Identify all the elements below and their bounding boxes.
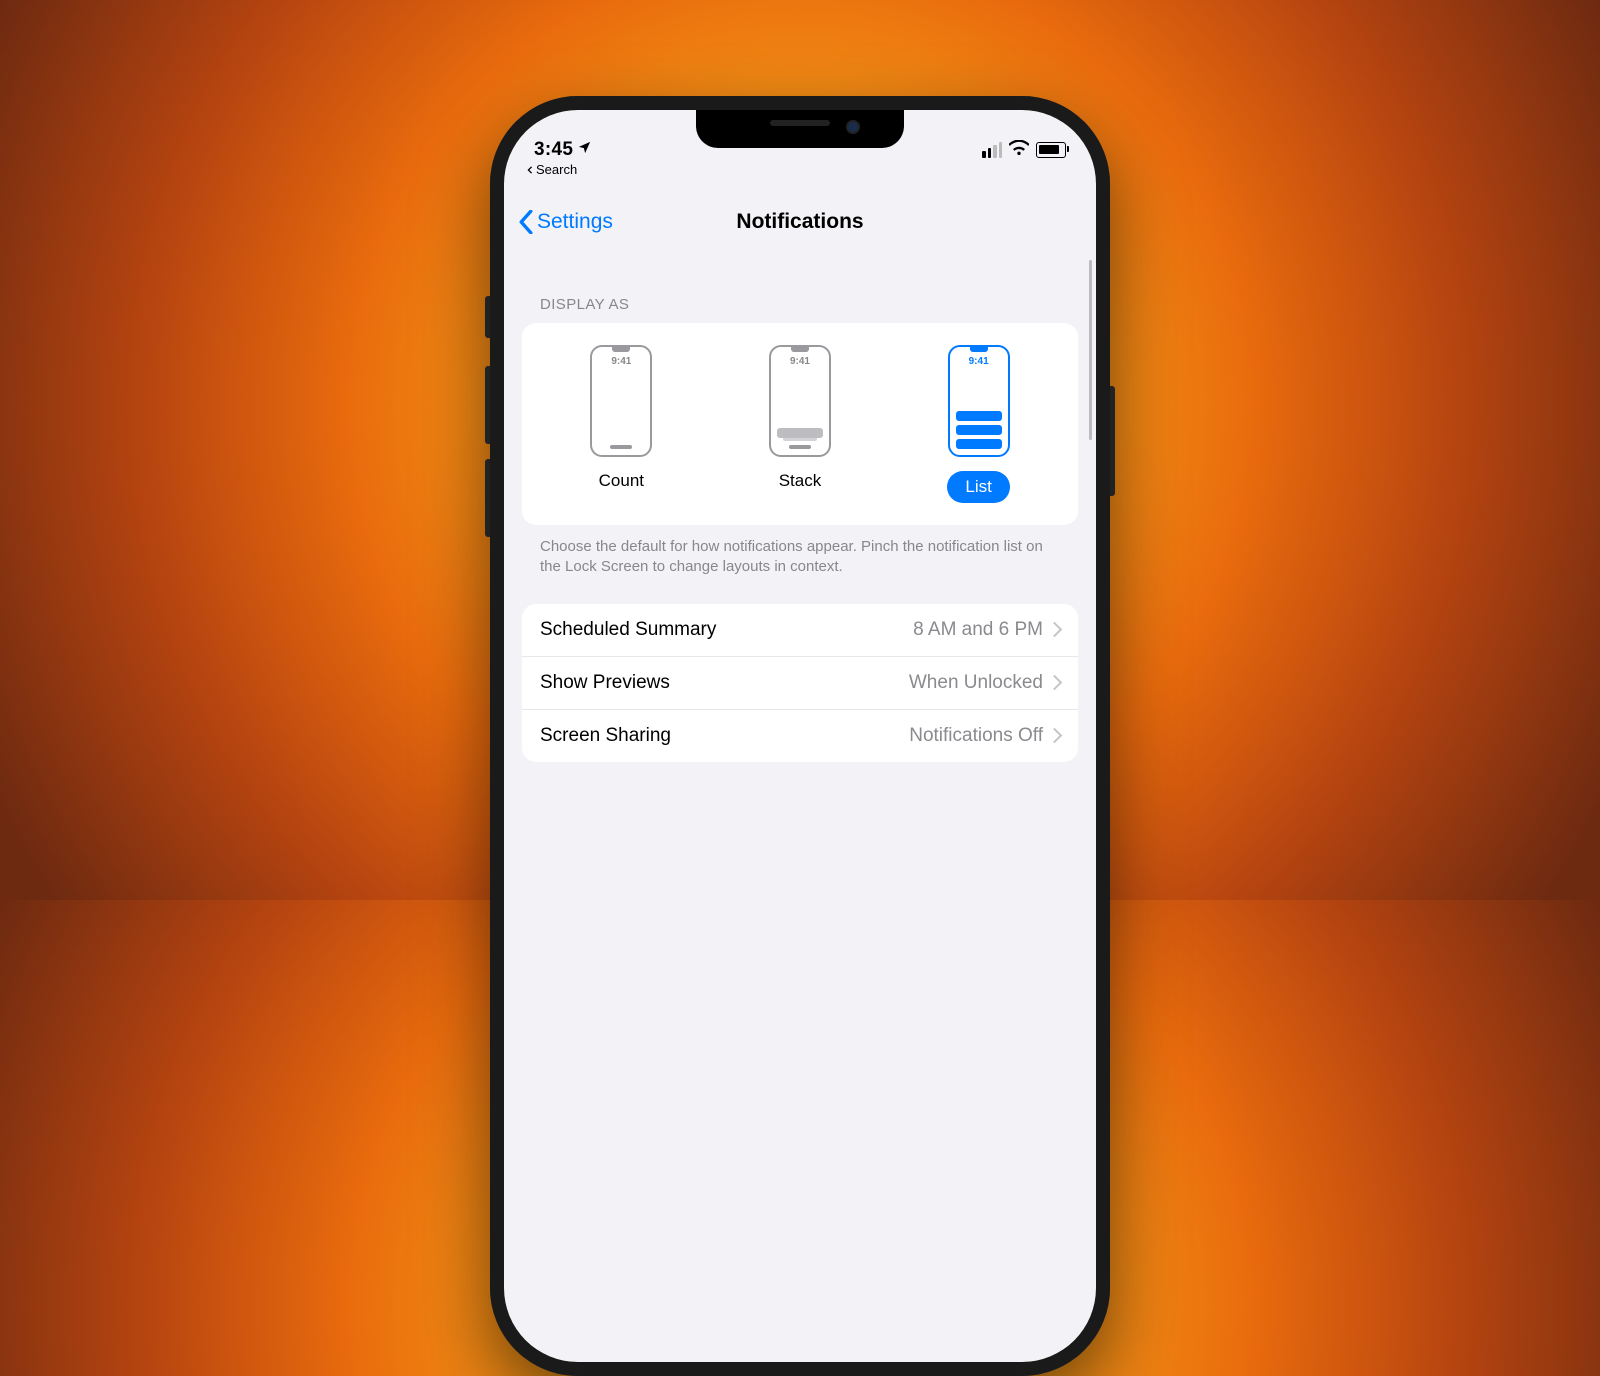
- location-icon: [577, 139, 592, 161]
- nav-bar: Settings Notifications: [504, 198, 1096, 246]
- phone-thumbnail-icon: 9:41: [948, 345, 1010, 457]
- row-label: Screen Sharing: [540, 725, 671, 747]
- display-option-list[interactable]: 9:41 List: [919, 345, 1039, 503]
- phone-thumbnail-icon: 9:41: [590, 345, 652, 457]
- chevron-right-icon: [1047, 622, 1063, 638]
- display-option-count[interactable]: 9:41 Count: [561, 345, 681, 503]
- breadcrumb-back[interactable]: Search: [526, 162, 577, 177]
- section-footer-display-as: Choose the default for how notifications…: [522, 525, 1078, 578]
- row-value: When Unlocked: [909, 672, 1043, 694]
- row-screen-sharing[interactable]: Screen Sharing Notifications Off: [522, 710, 1078, 762]
- chevron-right-icon: [1047, 675, 1063, 691]
- nav-back-button[interactable]: Settings: [518, 210, 613, 234]
- wifi-icon: [1009, 140, 1029, 160]
- chevron-right-icon: [1047, 728, 1063, 744]
- battery-icon: [1036, 142, 1066, 158]
- section-header-display-as: DISPLAY AS: [540, 296, 1078, 313]
- status-time: 3:45: [534, 139, 573, 161]
- row-value: Notifications Off: [909, 725, 1043, 747]
- phone-screen: 3:45 Search Settings Notificati: [504, 110, 1096, 1362]
- row-label: Show Previews: [540, 672, 670, 694]
- settings-list: Scheduled Summary 8 AM and 6 PM Show Pre…: [522, 604, 1078, 762]
- notch: [696, 110, 904, 148]
- display-option-label: Stack: [779, 471, 822, 491]
- content: DISPLAY AS 9:41 Count 9:4: [504, 260, 1096, 762]
- chevron-left-icon: [518, 210, 534, 234]
- row-value: 8 AM and 6 PM: [913, 619, 1043, 641]
- display-option-label: Count: [599, 471, 644, 491]
- display-as-card: 9:41 Count 9:41: [522, 323, 1078, 525]
- nav-back-label: Settings: [537, 210, 613, 234]
- row-label: Scheduled Summary: [540, 619, 716, 641]
- row-scheduled-summary[interactable]: Scheduled Summary 8 AM and 6 PM: [522, 604, 1078, 657]
- row-show-previews[interactable]: Show Previews When Unlocked: [522, 657, 1078, 710]
- phone-thumbnail-icon: 9:41: [769, 345, 831, 457]
- breadcrumb-label: Search: [536, 162, 577, 177]
- cellular-icon: [982, 142, 1002, 158]
- display-option-stack[interactable]: 9:41 Stack: [740, 345, 860, 503]
- display-option-label: List: [947, 471, 1009, 503]
- phone-frame: 3:45 Search Settings Notificati: [490, 96, 1110, 1376]
